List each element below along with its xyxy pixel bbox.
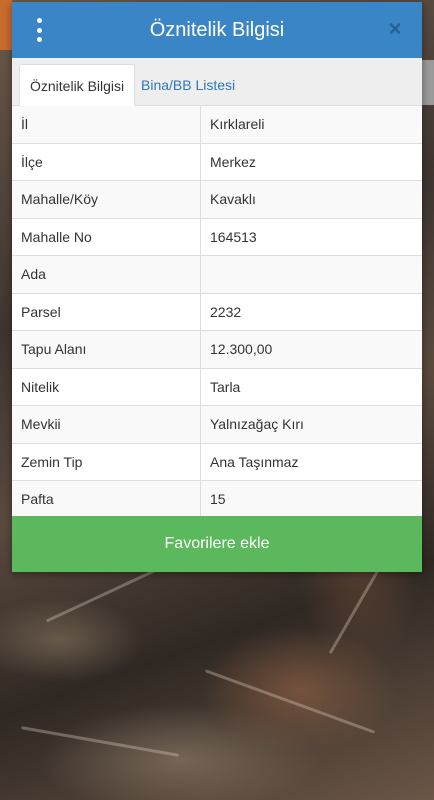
- attribute-value: 164513: [210, 228, 257, 245]
- tab-attribute-info[interactable]: Öznitelik Bilgisi: [19, 64, 136, 106]
- attribute-key: Nitelik: [12, 368, 201, 405]
- attribute-key: İlçe: [12, 143, 201, 180]
- table-row: Nitelik Tarla: [12, 368, 422, 406]
- tab-bar: Öznitelik Bilgisi Bina/BB Listesi: [12, 58, 422, 106]
- attribute-modal: Öznitelik Bilgisi × Öznitelik Bilgisi Bi…: [12, 2, 422, 572]
- table-row: Mevkii Yalnızağaç Kırı: [12, 406, 422, 444]
- table-row: Tapu Alanı 12.300,00: [12, 331, 422, 369]
- modal-header: Öznitelik Bilgisi ×: [12, 2, 422, 58]
- attribute-value: [201, 256, 422, 293]
- attribute-key: Ada: [12, 256, 201, 293]
- more-vertical-icon[interactable]: [34, 18, 44, 42]
- attribute-value: Tarla: [210, 378, 241, 395]
- attribute-value: Kırklareli: [210, 116, 265, 132]
- tab-building-list[interactable]: Bina/BB Listesi: [131, 64, 245, 106]
- attribute-value: Kavaklı: [210, 191, 256, 207]
- table-row: Mahalle No 164513: [12, 218, 422, 256]
- attribute-value: 12.300,00: [210, 341, 273, 357]
- table-row: Pafta 15: [12, 481, 422, 519]
- table-row: İl Kırklareli: [12, 106, 422, 144]
- attribute-key: Mahalle No: [12, 218, 201, 255]
- close-icon[interactable]: ×: [382, 16, 408, 42]
- attribute-key: Parsel: [12, 293, 201, 330]
- attribute-value: 2232: [210, 303, 242, 320]
- table-row: Zemin Tip Ana Taşınmaz: [12, 443, 422, 481]
- modal-title: Öznitelik Bilgisi: [149, 18, 285, 41]
- attribute-value: Ana Taşınmaz: [210, 453, 299, 470]
- attribute-table: İl Kırklareli İlçe Merkez Mahalle/Köy Kavaklı…: [12, 106, 422, 519]
- table-row: Mahalle/Köy Kavaklı: [12, 181, 422, 219]
- attribute-key: Tapu Alanı: [12, 331, 201, 368]
- table-row: Ada: [12, 256, 422, 294]
- attribute-key: Mevkii: [12, 406, 201, 443]
- map-control-strip: [422, 60, 434, 105]
- attribute-key: İl: [12, 106, 201, 143]
- attribute-value: Yalnızağaç Kırı: [210, 416, 304, 432]
- attribute-value: Merkez: [210, 153, 256, 170]
- attribute-key: Pafta: [12, 481, 201, 518]
- map-layer-strip: [0, 0, 12, 50]
- attribute-key: Zemin Tip: [12, 443, 201, 480]
- attribute-value: 15: [210, 491, 226, 507]
- table-row: Parsel 2232: [12, 293, 422, 331]
- table-row: İlçe Merkez: [12, 143, 422, 181]
- attribute-key: Mahalle/Köy: [12, 181, 201, 218]
- add-to-favorites-button[interactable]: Favorilere ekle: [12, 516, 422, 572]
